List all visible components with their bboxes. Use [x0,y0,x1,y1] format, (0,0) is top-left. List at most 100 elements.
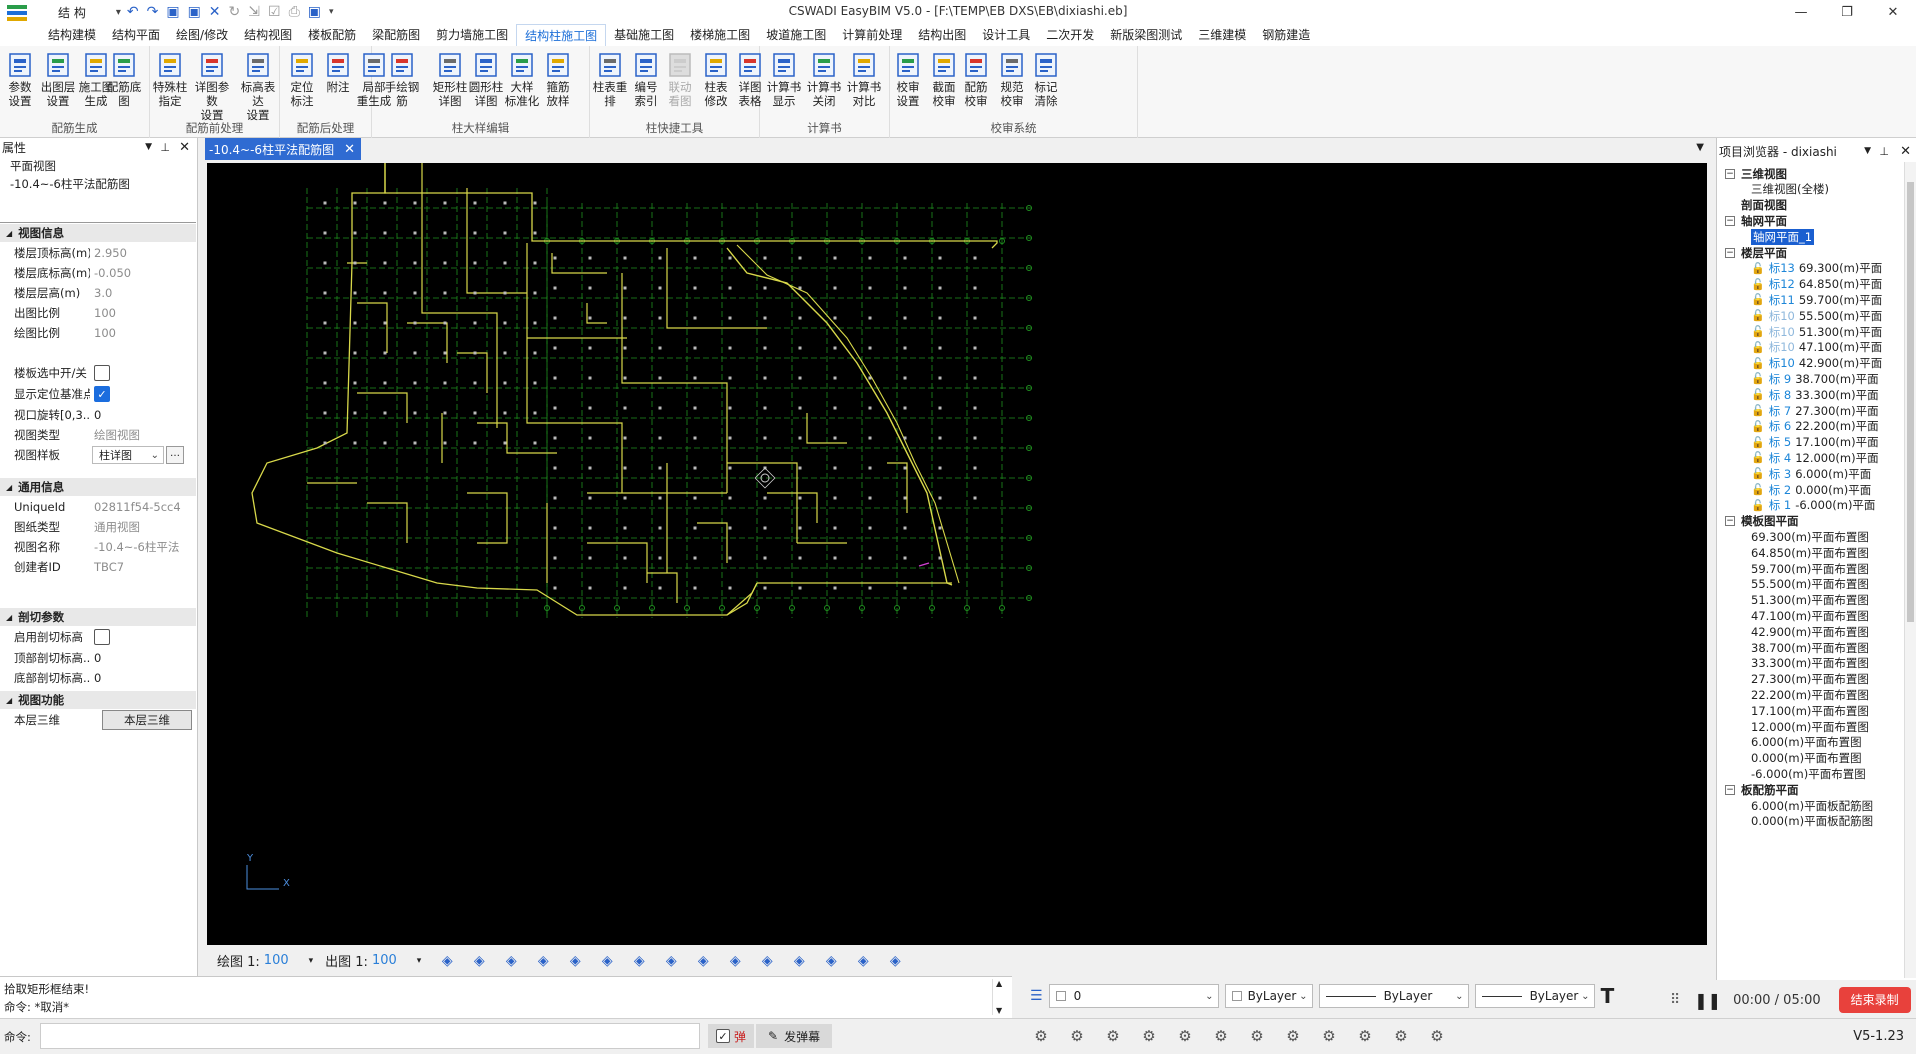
color-icon[interactable]: ◈ [597,951,617,971]
ribbon-button-3-0[interactable]: 手绘钢筋 [382,50,422,108]
danmaku-button[interactable]: ✎ 发弹幕 [756,1024,833,1048]
pause-icon[interactable]: ❚❚ [1694,991,1721,1010]
ribbon-button-3-2[interactable]: 圆形柱 详图 [466,50,506,108]
print-icon[interactable]: ⎙ [289,4,300,20]
menu-tab-4[interactable]: 楼板配筋 [300,24,364,46]
rotate-icon[interactable]: ⚙ [1138,1025,1160,1047]
cut-enable-checkbox[interactable] [94,629,110,645]
floor-plan-drawing[interactable] [207,163,1707,945]
menu-tab-9[interactable]: 楼梯施工图 [682,24,758,46]
command-input[interactable] [40,1023,700,1049]
scrollbar-thumb[interactable] [1907,182,1914,622]
menu-tab-17[interactable]: 钢筋建造 [1254,24,1318,46]
color-select[interactable]: ByLayer ⌄ [1224,984,1313,1008]
scrollbar[interactable]: ▲ ▼ [992,979,1006,1015]
ribbon-button-4-0[interactable]: 柱表重排 [590,50,630,108]
menu-tab-1[interactable]: 结构平面 [104,24,168,46]
ribbon-button-5-2[interactable]: 计算书 对比 [844,50,884,108]
collapse-icon[interactable]: − [1725,784,1735,795]
curve-icon[interactable]: ⚙ [1282,1025,1304,1047]
linetype-select[interactable]: ByLayer ⌄ [1318,984,1469,1008]
tree-icon[interactable]: ⚙ [1102,1025,1124,1047]
dropdown-icon[interactable]: ▼ [145,142,152,152]
layer-manager-icon[interactable]: ☰ [1030,988,1043,1004]
ribbon-button-5-0[interactable]: 计算书 显示 [764,50,804,108]
section-icon[interactable]: ◈ [629,951,649,971]
delete-icon[interactable]: ✕ [209,4,221,20]
chevron-down-icon[interactable]: ▾ [417,956,422,966]
menu-tab-16[interactable]: 三维建模 [1190,24,1254,46]
stop-recording-button[interactable]: 结束录制 [1838,987,1911,1013]
ribbon-button-1-1[interactable]: 特殊柱 指定 [150,50,190,108]
locate-point-checkbox[interactable]: ✓ [94,386,110,402]
ribbon-button-1-3[interactable]: 标高表达 设置 [238,50,278,122]
ribbon-button-5-1[interactable]: 计算书 关闭 [804,50,844,108]
tabs-menu-icon[interactable]: ▼ [1696,142,1704,153]
ribbon-button-0-1[interactable]: 出图层 设置 [38,50,78,108]
lineweight-select[interactable]: ByLayer ⌄ [1474,984,1595,1008]
scrollbar[interactable] [1904,162,1916,978]
ribbon-button-3-1[interactable]: 矩形柱 详图 [430,50,470,108]
window-icon[interactable]: ◈ [853,951,873,971]
layers-icon[interactable]: ⚙ [1066,1025,1088,1047]
panel-icon[interactable]: ⚙ [1174,1025,1196,1047]
ribbon-button-6-4[interactable]: 标记 清除 [1026,50,1066,108]
redo-icon[interactable]: ↷ [147,4,159,20]
view-template-select[interactable]: 柱详图 ⌄ [92,446,164,464]
dwg-icon[interactable]: ⚙ [1246,1025,1268,1047]
menu-tab-13[interactable]: 设计工具 [974,24,1038,46]
cut-bottom-value[interactable]: 0 [90,671,196,685]
drag-handle-icon[interactable]: ⠿ [1670,992,1680,1008]
refresh-color-icon[interactable]: ◈ [565,951,585,971]
cad-canvas[interactable]: Y X [207,163,1707,945]
qat-dropdown-icon[interactable]: ▾ [329,7,334,17]
menu-tab-15[interactable]: 新版梁图测试 [1102,24,1190,46]
list-icon[interactable]: ⚙ [1210,1025,1232,1047]
pencil-icon[interactable]: ⚙ [1354,1025,1376,1047]
chevron-down-icon[interactable]: ▾ [116,7,121,18]
refresh-icon[interactable]: ↻ [229,4,241,20]
pin-icon[interactable]: ⊥ [160,141,170,154]
disk-icon[interactable]: ▣ [308,4,321,20]
collapse-icon[interactable]: − [1725,247,1735,258]
ribbon-button-3-3[interactable]: 大样 标准化 [502,50,542,108]
close-window-icon[interactable]: ✕ [1870,0,1916,24]
chevron-down-icon[interactable]: ▾ [309,956,314,966]
ribbon-button-1-0[interactable]: 配筋底图 [104,50,144,108]
menu-tab-2[interactable]: 绘图/修改 [168,24,236,46]
ribbon-button-2-1[interactable]: 附注 [318,50,358,94]
menu-tab-0[interactable]: 结构建模 [40,24,104,46]
tree-node-slab-item[interactable]: 0.000(m)平面板配筋图 [1751,812,1873,831]
layer-line-icon[interactable]: ◈ [757,951,777,971]
ribbon-button-0-0[interactable]: 参数 设置 [0,50,40,108]
eye-icon[interactable]: ◈ [501,951,521,971]
export-icon[interactable]: ⇲ [248,4,260,20]
text-style-icon[interactable]: T [1601,984,1615,1008]
structure-selector[interactable]: 结 构 [58,4,86,21]
ribbon-button-2-0[interactable]: 定位 标注 [282,50,322,108]
draw-scale-value[interactable]: 100 [264,953,289,968]
visibility-icon[interactable]: ◈ [437,951,457,971]
menu-tab-3[interactable]: 结构视图 [236,24,300,46]
menu-tab-8[interactable]: 基础施工图 [606,24,682,46]
menu-tab-5[interactable]: 梁配筋图 [364,24,428,46]
close-icon[interactable]: ✕ [1900,144,1911,159]
dwg-export-icon[interactable]: ◈ [725,951,745,971]
section-view-info[interactable]: ◢ 视图信息 [0,224,196,242]
ribbon-button-6-2[interactable]: 配筋 校审 [956,50,996,108]
filter-icon[interactable]: ◈ [821,951,841,971]
link-icon[interactable]: ⚙ [1318,1025,1340,1047]
collapse-icon[interactable]: − [1725,215,1735,226]
more-button[interactable]: … [166,446,184,464]
menu-tab-10[interactable]: 坡道施工图 [758,24,834,46]
window2-icon[interactable]: ◈ [885,951,905,971]
lock-icon[interactable]: ◈ [533,951,553,971]
pin-icon[interactable]: ⊥ [1879,145,1889,158]
minimize-icon[interactable]: — [1778,0,1824,24]
ribbon-button-6-0[interactable]: 校审 设置 [888,50,928,108]
menu-tab-7[interactable]: 结构柱施工图 [516,24,607,46]
save-as-icon[interactable]: ▣ [188,4,201,20]
menu-tab-6[interactable]: 剪力墙施工图 [428,24,516,46]
ribbon-button-3-4[interactable]: 箍筋 放样 [538,50,578,108]
collapse-icon[interactable]: − [1725,516,1735,527]
